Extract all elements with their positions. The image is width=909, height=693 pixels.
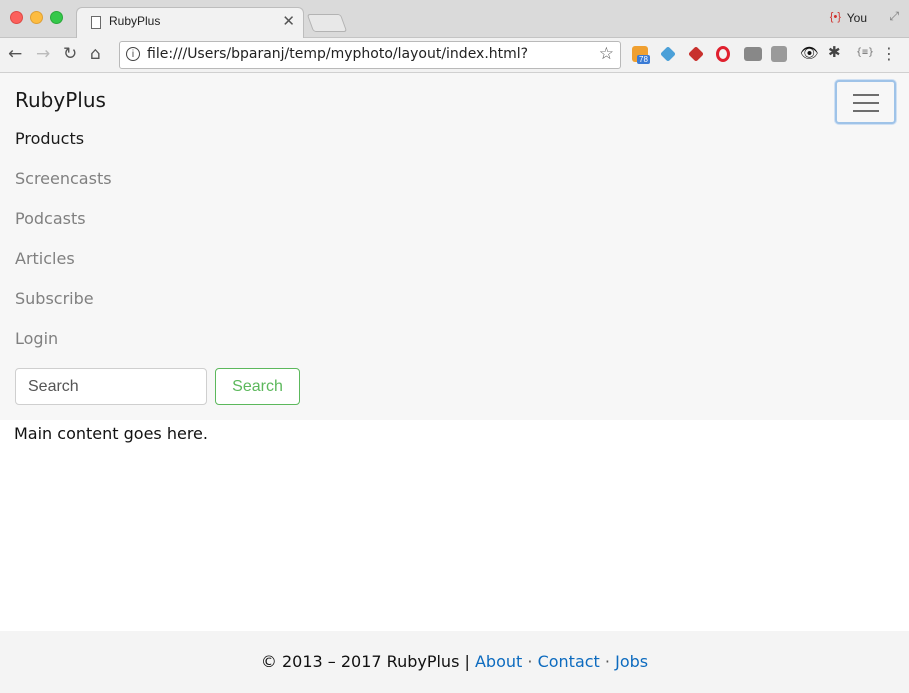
profile-icon[interactable]: {•} [830, 11, 841, 23]
pushbullet-icon[interactable] [688, 46, 704, 62]
new-tab-button[interactable] [306, 14, 348, 32]
browser-tab[interactable]: RubyPlus ✕ [76, 7, 304, 39]
hamburger-icon [853, 94, 879, 96]
footer: © 2013 – 2017 RubyPlus | About · Contact… [0, 631, 909, 693]
browser-tab-bar: RubyPlus ✕ {•} You ⤢ [0, 0, 909, 39]
bug-icon[interactable]: ✱ [828, 43, 844, 61]
rss-extension-icon[interactable]: 78 [632, 46, 650, 64]
nav-link-products[interactable]: Products [15, 128, 112, 168]
copyright-text: © 2013 – 2017 RubyPlus | [260, 652, 470, 671]
bookmark-star-icon[interactable]: ☆ [599, 44, 614, 64]
eye-icon[interactable]: 👁 [800, 44, 819, 62]
profile-name[interactable]: You [847, 11, 867, 25]
close-tab-icon[interactable]: ✕ [282, 12, 295, 30]
json-viewer-icon[interactable]: {≡} [856, 47, 874, 63]
url-text[interactable]: file:///Users/bparanj/temp/myphoto/layou… [147, 46, 528, 62]
footer-link-contact[interactable]: Contact [538, 652, 600, 671]
minimize-window-button[interactable] [30, 11, 43, 24]
zoom-window-button[interactable] [50, 11, 63, 24]
brand-link[interactable]: RubyPlus [15, 88, 106, 112]
main-content: Main content goes here. [14, 424, 208, 443]
navbar-toggler-button[interactable] [835, 80, 896, 124]
search-button[interactable]: Search [215, 368, 300, 405]
fullscreen-icon[interactable]: ⤢ [889, 9, 899, 24]
nav-link-subscribe[interactable]: Subscribe [15, 288, 112, 328]
home-icon[interactable]: ⌂ [90, 44, 101, 64]
search-input[interactable] [15, 368, 207, 405]
hamburger-icon-bar [853, 102, 879, 104]
tab-title: RubyPlus [109, 14, 161, 28]
adblock-icon[interactable] [744, 47, 762, 61]
forward-arrow-icon[interactable]: → [36, 44, 50, 64]
close-window-button[interactable] [10, 11, 23, 24]
document-icon [91, 16, 101, 29]
opera-icon[interactable] [716, 46, 730, 62]
hamburger-icon-bar [853, 110, 879, 112]
nav-link-podcasts[interactable]: Podcasts [15, 208, 112, 248]
nav-link-login[interactable]: Login [15, 328, 112, 368]
browser-menu-icon[interactable]: ⋮ [881, 44, 897, 63]
navbar: RubyPlus Products Screencasts Podcasts A… [0, 73, 909, 420]
footer-line: © 2013 – 2017 RubyPlus | About · Contact… [0, 652, 909, 671]
rss-badge: 78 [637, 55, 650, 64]
footer-separator: · [527, 652, 533, 671]
address-bar[interactable]: i file:///Users/bparanj/temp/myphoto/lay… [119, 41, 621, 69]
footer-separator: · [604, 652, 611, 671]
nav-link-articles[interactable]: Articles [15, 248, 112, 288]
reload-icon[interactable]: ↻ [63, 44, 77, 64]
page-viewport: RubyPlus Products Screencasts Podcasts A… [0, 73, 909, 693]
browser-toolbar: ← → ↻ ⌂ i file:///Users/bparanj/temp/myp… [0, 38, 909, 73]
back-arrow-icon[interactable]: ← [8, 44, 22, 64]
info-icon[interactable]: i [126, 47, 140, 61]
extension-icon[interactable] [660, 46, 676, 62]
nav-link-screencasts[interactable]: Screencasts [15, 168, 112, 208]
footer-link-jobs[interactable]: Jobs [615, 652, 648, 671]
footer-link-about[interactable]: About [475, 652, 522, 671]
image-extension-icon[interactable] [771, 46, 787, 62]
nav-links: Products Screencasts Podcasts Articles S… [15, 128, 112, 368]
